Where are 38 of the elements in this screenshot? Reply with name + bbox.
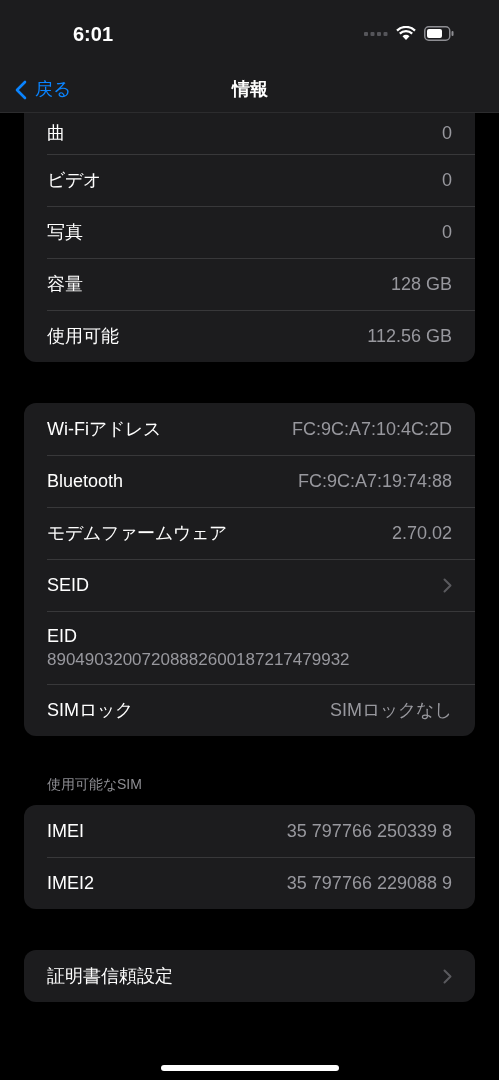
row-value: 89049032007208882600187217479932 — [47, 649, 351, 671]
row-label: 使用可能 — [47, 325, 119, 348]
chevron-icon — [443, 578, 452, 593]
list-row[interactable]: SEID — [47, 559, 475, 611]
row-label: ビデオ — [47, 169, 101, 192]
row-label: Bluetooth — [47, 470, 124, 493]
signal-icon — [364, 31, 388, 36]
row-value: 0 — [442, 221, 452, 244]
row-value: 35 797766 229088 9 — [286, 872, 452, 895]
row-label: IMEI — [47, 819, 84, 843]
row-value: 35 797766 250339 8 — [286, 819, 452, 843]
row-value: 2.70.02 — [391, 522, 452, 545]
back-button[interactable]: 戻る — [0, 76, 71, 104]
status-time: 6:01 — [73, 21, 114, 47]
section-header: 使用可能なSIM — [47, 776, 142, 792]
chevron-icon — [443, 968, 452, 984]
row-label: モデムファームウェア — [47, 522, 227, 545]
row-label: EID — [47, 625, 78, 648]
row-label: SEID — [47, 574, 89, 597]
row-value: SIMロックなし — [330, 699, 452, 722]
page-title: 情報 — [231, 78, 268, 102]
battery-icon — [424, 26, 454, 42]
row-label: 証明書信頼設定 — [47, 964, 173, 988]
row-value: FC:9C:A7:19:74:88 — [297, 470, 452, 493]
row-value: 128 GB — [390, 273, 452, 296]
row-value: 0 — [442, 122, 452, 145]
back-chevron-icon — [15, 79, 27, 100]
row-label: Wi-Fiアドレス — [47, 417, 161, 441]
row-value: 112.56 GB — [367, 325, 452, 348]
row-label: IMEI2 — [47, 872, 94, 895]
row-label: 写真 — [47, 221, 83, 244]
row-label: 容量 — [47, 273, 83, 296]
list-row[interactable]: 証明書信頼設定 — [47, 950, 475, 1002]
row-label: 曲 — [47, 122, 65, 145]
row-label: SIMロック — [47, 699, 133, 722]
wifi-icon — [396, 26, 416, 42]
row-value: FC:9C:A7:10:4C:2D — [291, 417, 452, 441]
row-value: 0 — [442, 169, 452, 192]
